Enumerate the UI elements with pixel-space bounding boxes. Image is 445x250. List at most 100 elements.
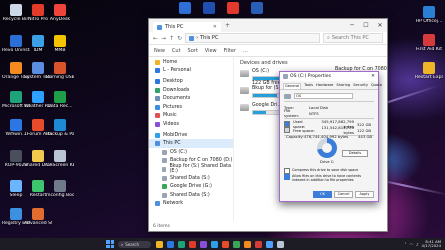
taskbar-app-icon[interactable] <box>156 240 163 248</box>
start-button[interactable] <box>106 240 114 248</box>
command-sort-button[interactable]: Sort <box>188 48 198 54</box>
tab-label: This PC <box>165 24 184 30</box>
index-checkbox-row[interactable]: Allow files on this drive to have conten… <box>284 174 374 182</box>
nav-item-icon <box>155 113 160 119</box>
nav-item[interactable]: Pictures <box>149 103 233 112</box>
chevron-up-icon[interactable]: ˄ <box>404 242 406 247</box>
command-new-button[interactable]: New <box>154 48 165 54</box>
taskbar-app-icon[interactable] <box>189 240 196 248</box>
nav-item[interactable]: This PC <box>149 139 233 148</box>
tab-sharing[interactable]: Sharing <box>336 83 350 89</box>
apply-button[interactable]: Apply <box>355 191 374 198</box>
nav-item[interactable]: Network <box>149 200 233 209</box>
nav-item[interactable]: L - Personal <box>149 67 233 76</box>
tab-general[interactable]: General <box>283 83 302 89</box>
tab-tools[interactable]: Tools <box>304 83 313 89</box>
desktop-icon-label: mconfig Boot tab <box>46 193 74 198</box>
search-icon: ⌕ <box>121 241 124 247</box>
tab-this-pc[interactable]: This PC ✕ <box>153 22 221 32</box>
index-checkbox[interactable] <box>284 174 290 180</box>
taskbar-app-icon[interactable] <box>167 240 174 248</box>
app-icon <box>423 6 435 18</box>
tab-hardware[interactable]: Hardware <box>316 83 333 89</box>
taskbar-app-icon[interactable] <box>266 240 273 248</box>
nav-item[interactable]: Home <box>149 58 233 67</box>
app-icon <box>10 180 22 192</box>
nav-item[interactable]: Downloads <box>149 86 233 95</box>
command-view-button[interactable]: View <box>205 48 217 54</box>
taskbar-app-icon[interactable] <box>178 240 185 248</box>
command-filter-button[interactable]: Filter <box>224 48 236 54</box>
desktop-icon[interactable]: Burning USB ISO <box>46 62 74 80</box>
nav-item[interactable]: Bkup for (S:) Shared Data (E:) <box>149 164 233 174</box>
desktop-icon[interactable]: Data Rec... <box>46 91 74 109</box>
close-dialog-button[interactable]: ✕ <box>368 74 378 79</box>
taskbar-search[interactable]: ⌕ Search <box>118 240 151 248</box>
address-bar[interactable]: › This PC <box>185 33 320 43</box>
details-button[interactable]: Details <box>342 150 368 157</box>
desktop-icon[interactable]: Backup & Partition <box>46 119 74 137</box>
taskbar-app-icon[interactable] <box>211 240 218 248</box>
tab-quota[interactable]: Quota <box>371 83 382 89</box>
close-tab-icon[interactable]: ✕ <box>213 24 217 30</box>
up-arrow-icon[interactable]: ↑ <box>169 35 174 42</box>
desktop-icon[interactable]: MMB <box>46 35 74 53</box>
clock[interactable]: 8:41 AM 4/17/2024 <box>422 239 441 249</box>
search-box[interactable]: ⌕ Search This PC <box>323 33 383 43</box>
minimize-button[interactable]: ─ <box>345 22 359 29</box>
nav-item-icon <box>155 87 160 93</box>
nav-item[interactable]: Desktop <box>149 77 233 86</box>
desktop-icon[interactable]: Advanced Startup <box>24 208 52 226</box>
filesystem-row: File system: NTFS <box>280 108 378 118</box>
back-arrow-icon[interactable]: ← <box>153 35 158 42</box>
desktop-icon[interactable]: AnyDesk <box>46 4 74 22</box>
nav-item[interactable]: Music <box>149 112 233 121</box>
nav-item-label: Documents <box>163 96 191 102</box>
desktop-icon[interactable]: OnScreen KB <box>46 150 74 168</box>
taskbar-app-icon[interactable] <box>244 240 251 248</box>
cancel-button[interactable]: Cancel <box>334 191 353 198</box>
tab-security[interactable]: Security <box>353 83 368 89</box>
nav-item-icon <box>155 59 160 65</box>
command-cut-button[interactable]: Cut <box>172 48 181 54</box>
pinned-app-icon[interactable] <box>202 2 216 15</box>
app-icon <box>10 4 22 16</box>
forward-arrow-icon[interactable]: → <box>161 35 166 42</box>
speaker-icon[interactable]: ♪ <box>416 242 419 247</box>
search-placeholder: Search This PC <box>331 35 369 41</box>
pinned-app-icon[interactable] <box>250 2 264 15</box>
nav-item-icon <box>162 184 167 190</box>
nav-item[interactable]: Shared Data (S:) <box>149 174 233 183</box>
drive-icon <box>283 74 288 79</box>
taskbar-app-icon[interactable] <box>255 240 262 248</box>
nav-item[interactable]: MobiDrive <box>149 131 233 140</box>
app-icon <box>32 91 44 103</box>
close-window-button[interactable]: ✕ <box>373 22 387 29</box>
taskbar-app-icon[interactable] <box>277 240 284 248</box>
type-value: Local Disk <box>309 104 329 110</box>
nav-item[interactable]: Videos <box>149 120 233 129</box>
nav-item[interactable]: OS (C:) <box>149 148 233 157</box>
app-icon <box>54 150 66 162</box>
taskbar-app-icon[interactable] <box>222 240 229 248</box>
nav-item[interactable]: Shared Data (S:) <box>149 191 233 200</box>
desktop-icon[interactable]: Restart Explorer <box>415 62 443 80</box>
nav-item[interactable]: Documents <box>149 94 233 103</box>
wifi-icon[interactable]: ◠ <box>409 242 413 247</box>
drive-name-input[interactable]: OS <box>294 93 353 99</box>
command--button[interactable]: ... <box>243 48 248 54</box>
taskbar-app-icon[interactable] <box>233 240 240 248</box>
nav-item[interactable]: Google Drive (G:) <box>149 182 233 191</box>
maximize-button[interactable]: ☐ <box>359 22 373 29</box>
title-bar: This PC ✕ + ─ ☐ ✕ <box>149 19 387 32</box>
desktop-icon[interactable]: HP Officej... <box>415 6 443 24</box>
refresh-icon[interactable]: ↻ <box>177 35 182 42</box>
free-space-row: Free space: 131,542,814,720 bytes 122 GB <box>280 125 378 135</box>
pinned-app-icon[interactable] <box>178 2 192 15</box>
pinned-app-icon[interactable] <box>226 2 240 15</box>
desktop-icon[interactable]: mconfig Boot tab <box>46 180 74 198</box>
desktop-icon[interactable]: First Aid Kit <box>415 34 443 52</box>
new-tab-button[interactable]: + <box>225 22 230 29</box>
ok-button[interactable]: OK <box>313 191 332 198</box>
taskbar-app-icon[interactable] <box>200 240 207 248</box>
